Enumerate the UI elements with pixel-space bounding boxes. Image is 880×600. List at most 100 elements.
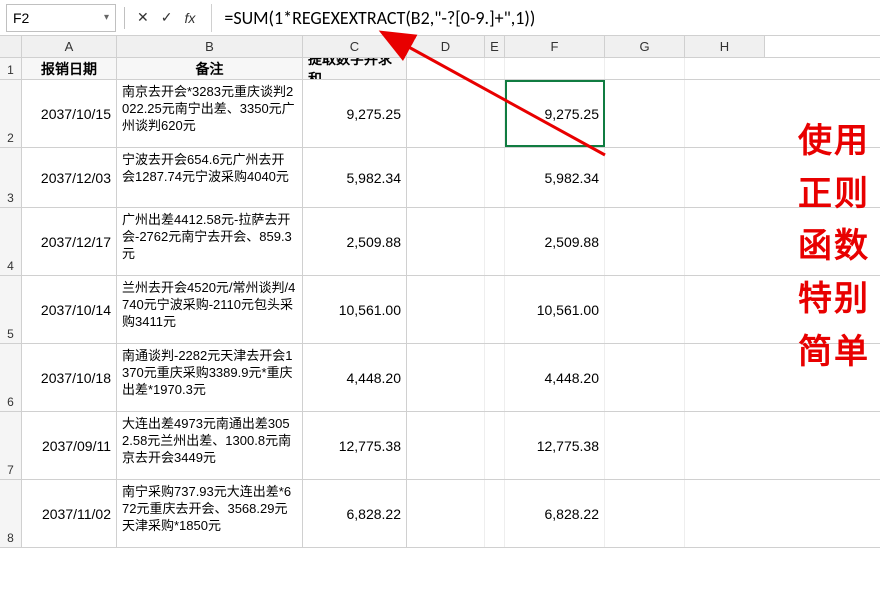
cell-e2[interactable] xyxy=(485,80,505,147)
formula-input[interactable]: =SUM(1*REGEXEXTRACT(B2,"-?[0-9.]+",1)) xyxy=(224,7,535,29)
row-header-4[interactable]: 4 xyxy=(0,208,22,275)
cell-f6[interactable]: 4,448.20 xyxy=(505,344,605,411)
table-row: 7 2037/09/11 大连出差4973元南通出差3052.58元兰州出差、1… xyxy=(0,412,880,480)
cell-g4[interactable] xyxy=(605,208,685,275)
cell-g3[interactable] xyxy=(605,148,685,207)
col-header-h[interactable]: H xyxy=(685,36,765,57)
col-header-d[interactable]: D xyxy=(407,36,485,57)
cell-d1[interactable] xyxy=(407,58,485,79)
confirm-icon[interactable]: ✓ xyxy=(157,7,177,28)
annotation-line1: 使用 xyxy=(798,115,870,168)
row-header-2[interactable]: 2 xyxy=(0,80,22,147)
formula-input-wrap: =SUM(1*REGEXEXTRACT(B2,"-?[0-9.]+",1)) xyxy=(211,4,874,32)
table-header-row: 1 报销日期 备注 提取数字并求和 xyxy=(0,58,880,80)
cell-a5[interactable]: 2037/10/14 xyxy=(22,276,117,343)
cell-e7[interactable] xyxy=(485,412,505,479)
cell-e8[interactable] xyxy=(485,480,505,547)
cell-f8[interactable]: 6,828.22 xyxy=(505,480,605,547)
cell-h7[interactable] xyxy=(685,412,765,479)
cell-b2[interactable]: 南京去开会*3283元重庆谈判2022.25元南宁出差、3350元广州谈判620… xyxy=(117,80,303,147)
select-all-corner[interactable] xyxy=(0,36,22,57)
cell-h2[interactable] xyxy=(685,80,765,147)
row-header-1[interactable]: 1 xyxy=(0,58,22,79)
cell-b3[interactable]: 宁波去开会654.6元广州去开会1287.74元宁波采购4040元 xyxy=(117,148,303,207)
cell-d2[interactable] xyxy=(407,80,485,147)
cell-c4[interactable]: 2,509.88 xyxy=(303,208,407,275)
cell-d3[interactable] xyxy=(407,148,485,207)
cell-g1[interactable] xyxy=(605,58,685,79)
cell-g2[interactable] xyxy=(605,80,685,147)
cell-h8[interactable] xyxy=(685,480,765,547)
cell-a7[interactable]: 2037/09/11 xyxy=(22,412,117,479)
cell-g6[interactable] xyxy=(605,344,685,411)
cell-e5[interactable] xyxy=(485,276,505,343)
cell-h6[interactable] xyxy=(685,344,765,411)
row-header-7[interactable]: 7 xyxy=(0,412,22,479)
cell-h1[interactable] xyxy=(685,58,765,79)
cell-h3[interactable] xyxy=(685,148,765,207)
cell-b8[interactable]: 南宁采购737.93元大连出差*672元重庆去开会、3568.29元天津采购*1… xyxy=(117,480,303,547)
cell-c2[interactable]: 9,275.25 xyxy=(303,80,407,147)
cell-a3[interactable]: 2037/12/03 xyxy=(22,148,117,207)
cell-f4[interactable]: 2,509.88 xyxy=(505,208,605,275)
col-header-g[interactable]: G xyxy=(605,36,685,57)
name-box[interactable]: F2 ▾ xyxy=(6,4,116,32)
cell-b5[interactable]: 兰州去开会4520元/常州谈判/4740元宁波采购-2110元包头采购3411元 xyxy=(117,276,303,343)
cell-c5[interactable]: 10,561.00 xyxy=(303,276,407,343)
cell-a6[interactable]: 2037/10/18 xyxy=(22,344,117,411)
cell-c3[interactable]: 5,982.34 xyxy=(303,148,407,207)
cell-b7[interactable]: 大连出差4973元南通出差3052.58元兰州出差、1300.8元南京去开会34… xyxy=(117,412,303,479)
cell-f7[interactable]: 12,775.38 xyxy=(505,412,605,479)
cell-d8[interactable] xyxy=(407,480,485,547)
cell-g8[interactable] xyxy=(605,480,685,547)
cell-a2[interactable]: 2037/10/15 xyxy=(22,80,117,147)
cancel-icon[interactable]: ✕ xyxy=(133,7,153,28)
cell-d5[interactable] xyxy=(407,276,485,343)
cell-c6[interactable]: 4,448.20 xyxy=(303,344,407,411)
cell-d6[interactable] xyxy=(407,344,485,411)
annotation-line3: 函数 xyxy=(798,220,870,273)
cell-b4[interactable]: 广州出差4412.58元-拉萨去开会-2762元南宁去开会、859.3元 xyxy=(117,208,303,275)
cell-d7[interactable] xyxy=(407,412,485,479)
cell-e6[interactable] xyxy=(485,344,505,411)
col-header-f[interactable]: F xyxy=(505,36,605,57)
annotation-text: 使用 正则 函数 特别 简单 xyxy=(798,115,870,378)
table-row: 3 2037/12/03 宁波去开会654.6元广州去开会1287.74元宁波采… xyxy=(0,148,880,208)
row-header-8[interactable]: 8 xyxy=(0,480,22,547)
cell-c8[interactable]: 6,828.22 xyxy=(303,480,407,547)
cell-g5[interactable] xyxy=(605,276,685,343)
chevron-down-icon[interactable]: ▾ xyxy=(104,12,109,23)
cell-g7[interactable] xyxy=(605,412,685,479)
cell-e3[interactable] xyxy=(485,148,505,207)
cell-b1[interactable]: 备注 xyxy=(117,58,303,79)
cell-b6[interactable]: 南通谈判-2282元天津去开会1370元重庆采购3389.9元*重庆出差*197… xyxy=(117,344,303,411)
cell-e1[interactable] xyxy=(485,58,505,79)
cell-f3[interactable]: 5,982.34 xyxy=(505,148,605,207)
cell-c1[interactable]: 提取数字并求和 xyxy=(303,58,407,79)
row-header-3[interactable]: 3 xyxy=(0,148,22,207)
spreadsheet-grid: A B C D E F G H 1 报销日期 备注 提取数字并求和 2 2037… xyxy=(0,36,880,548)
col-header-a[interactable]: A xyxy=(22,36,117,57)
cell-h5[interactable] xyxy=(685,276,765,343)
cell-a4[interactable]: 2037/12/17 xyxy=(22,208,117,275)
cell-a8[interactable]: 2037/11/02 xyxy=(22,480,117,547)
divider xyxy=(124,7,125,29)
cell-f2[interactable]: 9,275.25 xyxy=(505,80,605,147)
col-header-b[interactable]: B xyxy=(117,36,303,57)
col-header-e[interactable]: E xyxy=(485,36,505,57)
row-header-6[interactable]: 6 xyxy=(0,344,22,411)
cell-e4[interactable] xyxy=(485,208,505,275)
cell-h4[interactable] xyxy=(685,208,765,275)
name-box-value: F2 xyxy=(13,10,29,26)
cell-f1[interactable] xyxy=(505,58,605,79)
cell-f5[interactable]: 10,561.00 xyxy=(505,276,605,343)
cell-d4[interactable] xyxy=(407,208,485,275)
table-row: 4 2037/12/17 广州出差4412.58元-拉萨去开会-2762元南宁去… xyxy=(0,208,880,276)
cell-a1[interactable]: 报销日期 xyxy=(22,58,117,79)
cell-c7[interactable]: 12,775.38 xyxy=(303,412,407,479)
table-row: 2 2037/10/15 南京去开会*3283元重庆谈判2022.25元南宁出差… xyxy=(0,80,880,148)
annotation-line2: 正则 xyxy=(798,168,870,221)
fx-label[interactable]: fx xyxy=(180,10,199,26)
row-header-5[interactable]: 5 xyxy=(0,276,22,343)
col-header-c[interactable]: C xyxy=(303,36,407,57)
